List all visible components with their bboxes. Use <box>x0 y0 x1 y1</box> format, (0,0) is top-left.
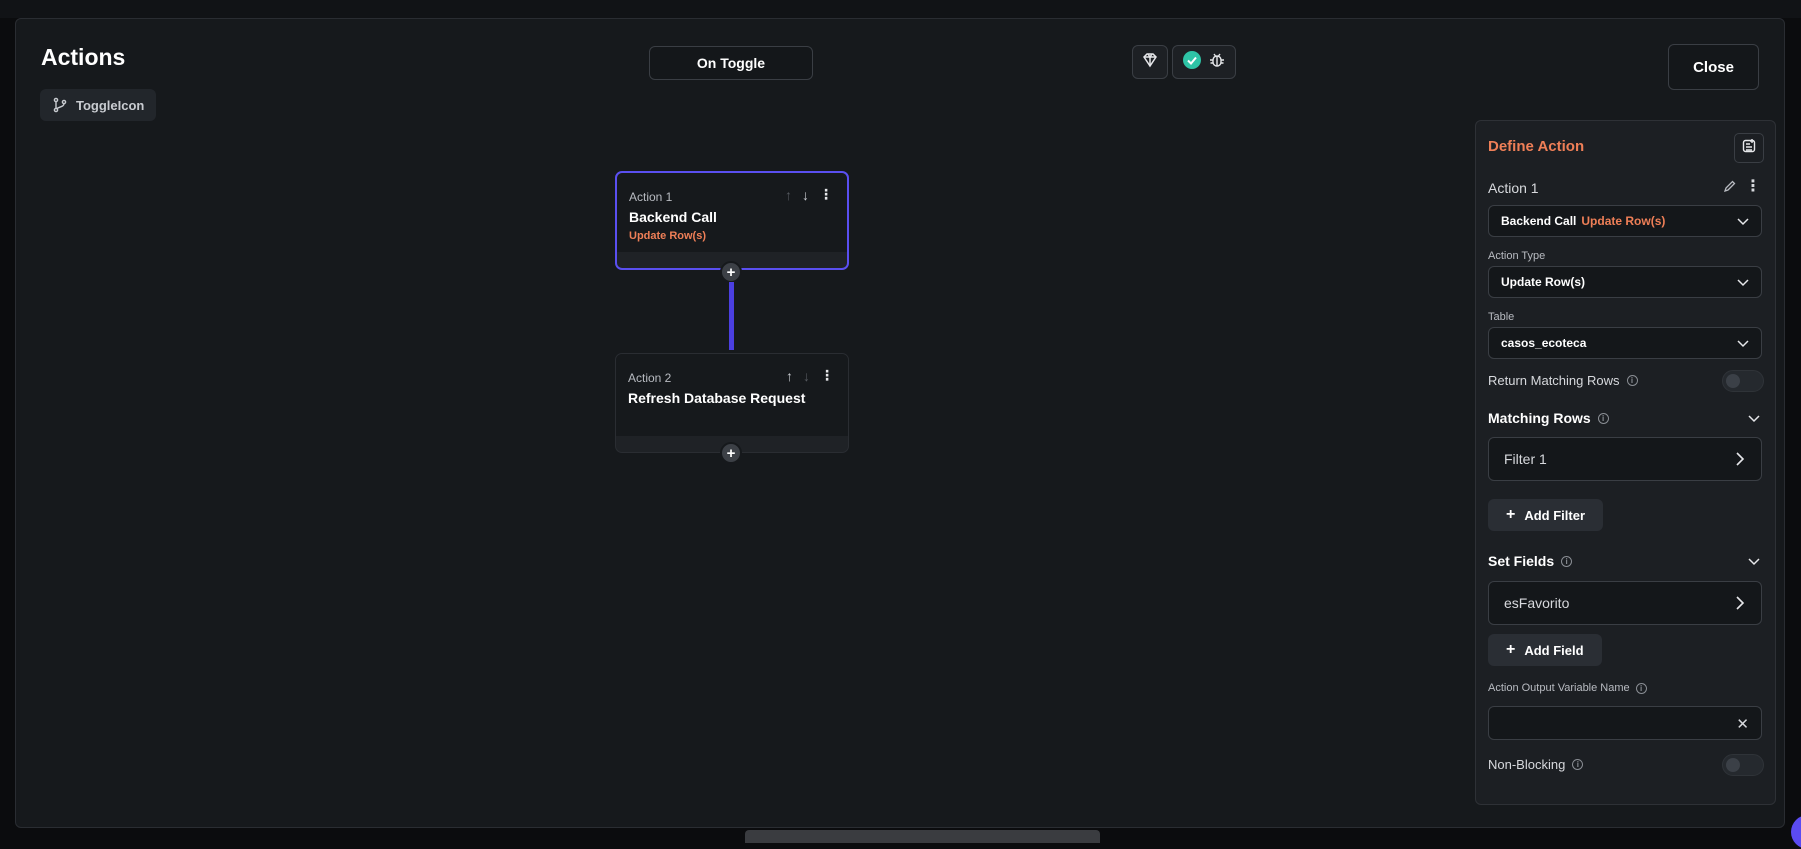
chevron-down-icon[interactable] <box>1747 554 1761 573</box>
move-down-icon[interactable]: ↓ <box>802 187 809 203</box>
set-fields-heading-label: Set Fields <box>1488 553 1555 569</box>
chevron-down-icon[interactable] <box>1747 411 1761 430</box>
action-node-name: Refresh Database Request <box>628 390 806 406</box>
action-node-2[interactable]: Action 2 Refresh Database Request ↑ ↓ ⋮ <box>615 353 849 453</box>
output-variable-row: Action Output Variable Name i <box>1488 682 1647 694</box>
page-title: Actions <box>41 44 126 70</box>
flow-connector <box>729 282 734 350</box>
action-node-subtitle: Update Row(s) <box>629 230 706 242</box>
chevron-down-icon <box>1736 336 1750 353</box>
document-add-icon <box>1741 138 1757 159</box>
filter-item[interactable]: Filter 1 <box>1488 437 1762 481</box>
add-action-after-1-button[interactable]: + <box>720 261 742 283</box>
bug-icon <box>1208 51 1226 74</box>
chevron-down-icon <box>1736 275 1750 292</box>
component-chip[interactable]: ToggleIcon <box>40 89 157 121</box>
action-node-label: Action 1 <box>629 190 673 204</box>
output-variable-input[interactable]: ✕ <box>1488 706 1762 740</box>
panel-title: Define Action <box>1488 138 1585 155</box>
sparkle-diamond-icon <box>1141 51 1159 74</box>
info-icon[interactable]: i <box>1572 759 1584 770</box>
info-icon[interactable]: i <box>1635 682 1647 694</box>
check-circle-icon <box>1182 50 1202 75</box>
add-field-label: Add Field <box>1524 642 1584 658</box>
field-item[interactable]: esFavorito <box>1488 581 1762 625</box>
action-type-value: Update Row(s) <box>1501 275 1585 289</box>
filter-item-label: Filter 1 <box>1504 451 1547 467</box>
more-options-icon[interactable]: ⋮ <box>819 186 833 203</box>
move-up-icon[interactable]: ↑ <box>786 368 793 384</box>
add-action-after-2-button[interactable]: + <box>720 442 742 464</box>
more-options-icon[interactable]: ⋮ <box>820 367 834 384</box>
action-selector-sub: Update Row(s) <box>1581 214 1666 228</box>
action-selector[interactable]: Backend Call Update Row(s) <box>1488 205 1762 237</box>
table-label: Table <box>1488 311 1515 323</box>
action-type-select[interactable]: Update Row(s) <box>1488 266 1762 298</box>
ai-assist-button[interactable] <box>1132 45 1168 79</box>
chevron-right-icon <box>1732 595 1748 614</box>
non-blocking-label: Non-Blocking <box>1488 757 1566 772</box>
chevron-right-icon <box>1732 451 1748 470</box>
plus-icon: + <box>1506 641 1516 658</box>
edit-icon[interactable] <box>1723 179 1737 198</box>
bottom-scrollbar[interactable] <box>745 830 1100 843</box>
action-node-name: Backend Call <box>629 209 717 225</box>
action-node-1[interactable]: Action 1 Backend Call Update Row(s) ↑ ↓ … <box>615 171 849 270</box>
chevron-down-icon <box>1736 214 1750 231</box>
component-chip-label: ToggleIcon <box>76 97 145 113</box>
table-value: casos_ecoteca <box>1501 336 1587 350</box>
info-icon[interactable]: i <box>1597 412 1609 424</box>
add-field-button[interactable]: + Add Field <box>1488 634 1602 666</box>
close-button[interactable]: Close <box>1668 44 1759 90</box>
action-node-controls: ↑ ↓ ⋮ <box>786 367 834 384</box>
return-matching-rows-toggle[interactable] <box>1722 370 1764 392</box>
non-blocking-toggle[interactable] <box>1722 754 1764 776</box>
output-variable-label: Action Output Variable Name <box>1488 682 1630 694</box>
return-matching-rows-row: Return Matching Rows i <box>1488 373 1638 388</box>
return-matching-rows-label: Return Matching Rows <box>1488 373 1620 388</box>
trigger-selector[interactable]: On Toggle <box>649 46 813 80</box>
table-select[interactable]: casos_ecoteca <box>1488 327 1762 359</box>
validation-debug-button[interactable] <box>1172 45 1236 79</box>
actions-modal: Actions ToggleIcon On Toggle Close Actio… <box>15 18 1785 828</box>
set-fields-heading[interactable]: Set Fields i <box>1488 553 1573 569</box>
more-options-icon[interactable]: ⋮ <box>1745 176 1761 196</box>
define-action-panel: Define Action Action 1 ⋮ Backend Call Up… <box>1475 120 1776 805</box>
action-name-label: Action 1 <box>1488 180 1539 196</box>
action-node-controls: ↑ ↓ ⋮ <box>785 186 833 203</box>
matching-rows-heading-label: Matching Rows <box>1488 410 1591 426</box>
add-filter-button[interactable]: + Add Filter <box>1488 499 1604 531</box>
plus-icon: + <box>1506 506 1516 523</box>
info-icon[interactable]: i <box>1561 555 1573 567</box>
move-down-icon[interactable]: ↓ <box>803 368 810 384</box>
add-filter-label: Add Filter <box>1524 507 1586 523</box>
matching-rows-heading[interactable]: Matching Rows i <box>1488 410 1609 426</box>
field-item-label: esFavorito <box>1504 595 1570 611</box>
floating-action-dot[interactable] <box>1791 815 1801 849</box>
action-selector-main: Backend Call <box>1501 214 1577 228</box>
branch-icon <box>52 97 68 113</box>
non-blocking-row: Non-Blocking i <box>1488 757 1584 772</box>
panel-document-button[interactable] <box>1734 133 1764 163</box>
action-node-label: Action 2 <box>628 371 672 385</box>
move-up-icon[interactable]: ↑ <box>785 187 792 203</box>
clear-icon[interactable]: ✕ <box>1736 715 1749 733</box>
background-strip <box>0 0 1801 18</box>
info-icon[interactable]: i <box>1626 375 1638 386</box>
action-type-label: Action Type <box>1488 250 1546 262</box>
